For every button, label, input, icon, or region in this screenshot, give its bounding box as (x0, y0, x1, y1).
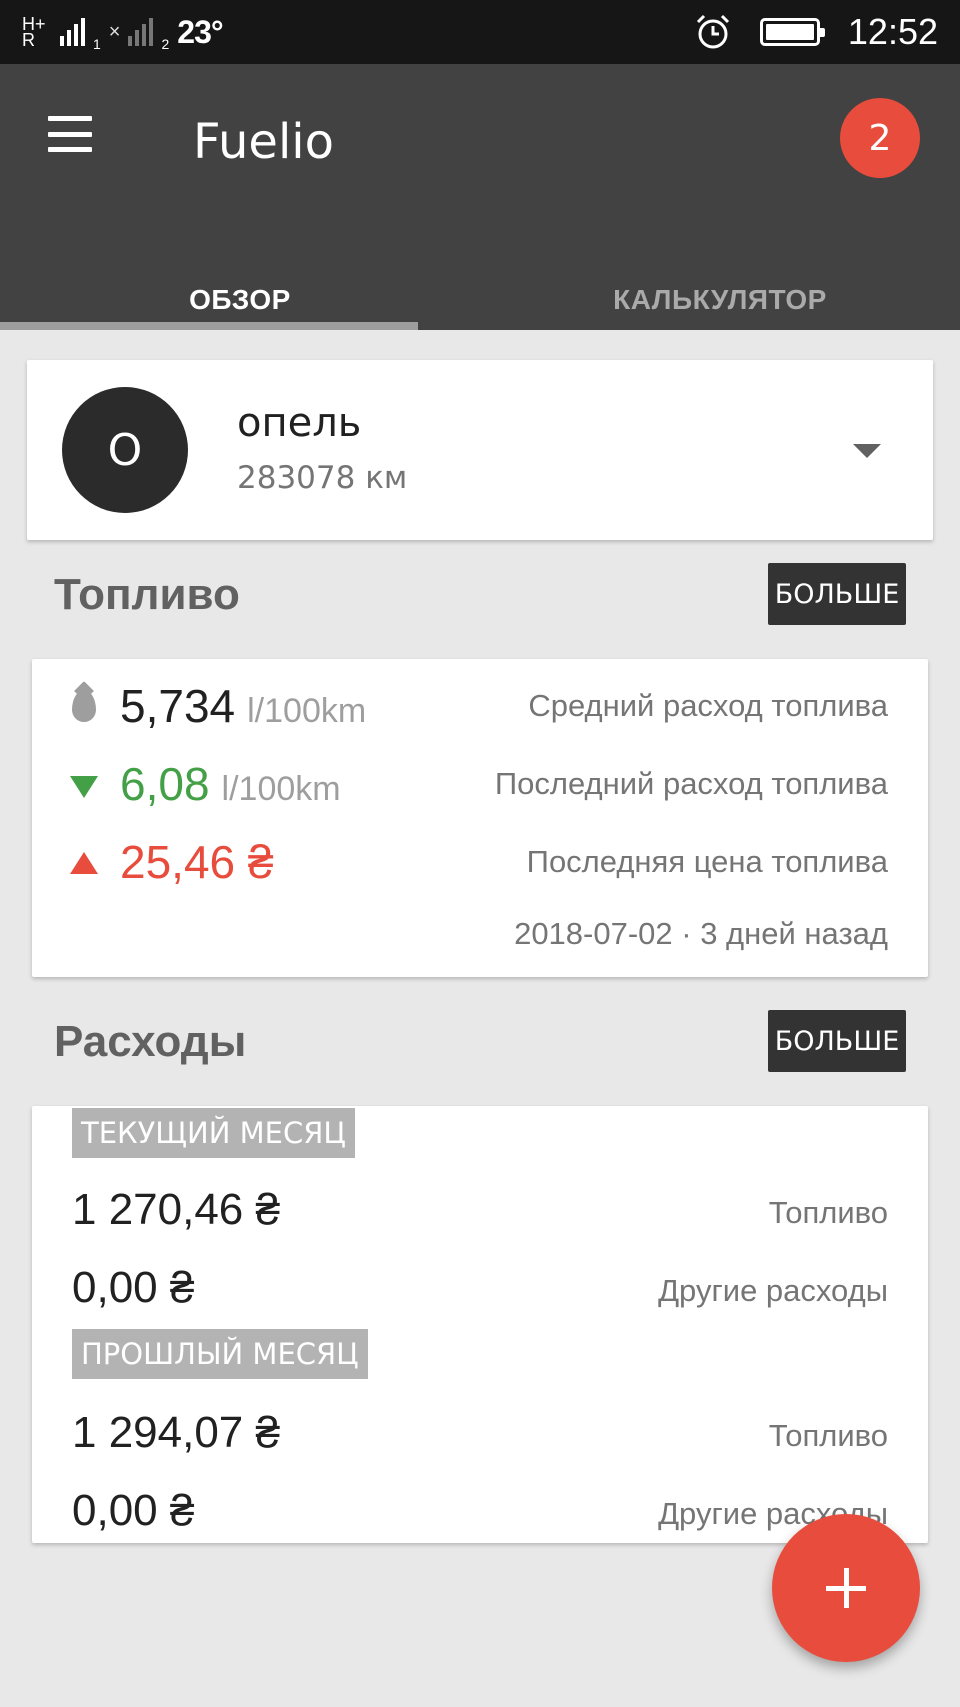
vehicle-selector[interactable]: О опель 283078 км (27, 360, 933, 540)
avg-consumption-value: 5,734 l/100km (120, 676, 366, 741)
add-entry-button[interactable] (772, 1514, 920, 1662)
last-consumption-row: 6,08 l/100km Последний расход топлива (32, 754, 928, 814)
current-fuel-label: Топливо (768, 1195, 888, 1230)
expenses-section-title: Расходы (54, 1017, 247, 1066)
current-month-label: ТЕКУЩИЙ МЕСЯЦ (72, 1108, 355, 1158)
arrow-up-icon (70, 846, 98, 878)
current-other-value: 0,00 ₴ (72, 1263, 195, 1312)
vehicle-avatar: О (62, 387, 188, 513)
status-bar: H+ R 1 × 2 23° 12:52 (0, 0, 960, 64)
alarm-icon (696, 14, 729, 49)
last-update-date: 2018-07-02 · 3 дней назад (514, 916, 888, 951)
app-bar: Fuelio 2 ОБЗОР КАЛЬКУЛЯТОР (0, 64, 960, 330)
status-left: H+ R 1 × 2 23° (22, 12, 224, 53)
no-signal-icon: × (108, 20, 121, 43)
last-price-number: 25,46 ₴ (120, 836, 274, 888)
avg-consumption-label: Средний расход топлива (528, 688, 888, 723)
current-fuel-value: 1 270,46 ₴ (72, 1185, 280, 1234)
plus-icon (826, 1568, 866, 1608)
last-consumption-unit: l/100km (221, 770, 341, 808)
tab-calculator[interactable]: КАЛЬКУЛЯТОР (480, 270, 960, 330)
notification-badge[interactable]: 2 (840, 98, 920, 178)
dropdown-arrow-icon[interactable] (853, 444, 881, 458)
fuel-section-title: Топливо (54, 570, 240, 619)
network-type: H+ R (22, 14, 46, 50)
previous-fuel-label: Топливо (768, 1418, 888, 1453)
last-consumption-value: 6,08 l/100km (120, 754, 341, 819)
tab-indicator (0, 322, 418, 330)
last-consumption-label: Последний расход топлива (494, 766, 888, 801)
tab-bar: ОБЗОР КАЛЬКУЛЯТОР (0, 270, 960, 330)
previous-month-label: ПРОШЛЫЙ МЕСЯЦ (72, 1329, 368, 1379)
last-price-label: Последняя цена топлива (526, 844, 888, 879)
previous-other-value: 0,00 ₴ (72, 1486, 195, 1535)
fuel-stats-card: 5,734 l/100km Средний расход топлива 6,08… (32, 659, 928, 977)
signal-2-icon (128, 18, 154, 46)
fuel-more-button[interactable]: БОЛЬШЕ (768, 563, 906, 625)
avg-consumption-row: 5,734 l/100km Средний расход топлива (32, 676, 928, 736)
sim1-index: 1 (93, 36, 101, 52)
battery-icon (759, 18, 825, 46)
expenses-more-button[interactable]: БОЛЬШЕ (768, 1010, 906, 1072)
menu-icon[interactable] (40, 112, 100, 156)
signal-icon (60, 18, 85, 46)
last-price-value: 25,46 ₴ (120, 832, 273, 892)
avg-consumption-unit: l/100km (247, 692, 367, 730)
last-price-row: 25,46 ₴ Последняя цена топлива (32, 832, 928, 892)
clock: 12:52 (847, 11, 938, 52)
current-other-label: Другие расходы (658, 1273, 888, 1308)
app-title: Fuelio (193, 114, 334, 170)
temperature: 23° (177, 13, 223, 50)
vehicle-name: опель (237, 400, 362, 446)
previous-fuel-value: 1 294,07 ₴ (72, 1408, 280, 1457)
last-consumption-number: 6,08 (120, 758, 210, 810)
avg-consumption-number: 5,734 (120, 680, 236, 732)
arrow-down-icon (70, 768, 98, 800)
expenses-card: ТЕКУЩИЙ МЕСЯЦ 1 270,46 ₴ Топливо 0,00 ₴ … (32, 1106, 928, 1543)
vehicle-odometer: 283078 км (237, 460, 408, 496)
drop-icon (70, 690, 98, 722)
tab-overview[interactable]: ОБЗОР (0, 270, 480, 330)
sim2-index: 2 (161, 36, 170, 52)
status-right: 12:52 (694, 8, 938, 56)
